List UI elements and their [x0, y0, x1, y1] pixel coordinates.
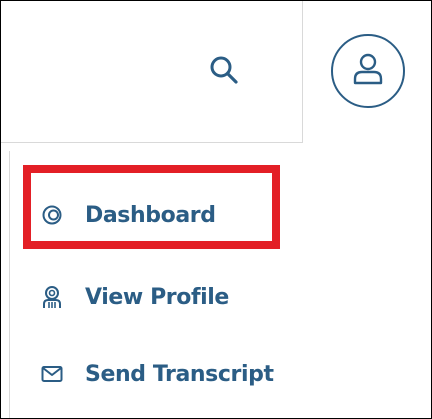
user-menu-button[interactable] [331, 34, 405, 108]
profile-icon [40, 285, 64, 309]
menu-item-dashboard[interactable]: Dashboard [40, 195, 216, 235]
menu-item-label: Send Transcript [85, 361, 274, 387]
dashboard-icon [40, 203, 64, 227]
search-icon [209, 55, 239, 90]
menu-item-send-transcript[interactable]: Send Transcript [40, 354, 274, 394]
menu-item-label: View Profile [85, 284, 229, 310]
search-button[interactable] [201, 49, 247, 95]
header-bar [1, 1, 431, 143]
account-dropdown-panel: Dashboard View Profile Send Transcript [0, 0, 432, 419]
user-dropdown-menu: Dashboard View Profile Send Transcript [9, 151, 431, 418]
menu-item-label: Dashboard [85, 202, 216, 228]
envelope-icon [40, 362, 64, 386]
menu-item-view-profile[interactable]: View Profile [40, 277, 229, 317]
user-icon [351, 51, 385, 92]
search-cell [1, 1, 303, 143]
